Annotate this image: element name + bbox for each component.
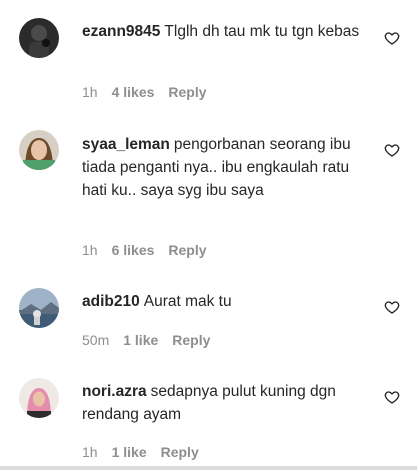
comment-time[interactable]: 1h [82,83,98,101]
avatar-woman-icon [19,130,59,170]
like-button[interactable] [384,30,400,46]
comment-likes[interactable]: 1 like [123,331,158,349]
heart-outline-icon [384,391,400,404]
reply-button[interactable]: Reply [168,83,206,101]
avatar-hijab-icon [19,378,59,418]
comment-meta: 1h 4 likes Reply [82,83,221,101]
comment-username[interactable]: ezann9845 [82,23,160,40]
like-button[interactable] [384,142,400,158]
comment-likes[interactable]: 1 like [112,443,147,461]
comment-username[interactable]: nori.azra [82,383,147,400]
comment-username[interactable]: syaa_leman [82,136,170,153]
avatar[interactable] [19,130,59,170]
comment-username[interactable]: adib210 [82,293,140,310]
reply-button[interactable]: Reply [172,331,210,349]
avatar[interactable] [19,378,59,418]
comment-time[interactable]: 1h [82,443,98,461]
heart-outline-icon [384,32,400,45]
comment-meta: 50m 1 like Reply [82,331,224,349]
comment-time[interactable]: 50m [82,331,109,349]
heart-outline-icon [384,144,400,157]
bottom-divider [0,466,417,470]
reply-button[interactable]: Reply [168,241,206,259]
avatar-dark-icon [19,18,59,58]
avatar[interactable] [19,288,59,328]
avatar-landscape-icon [19,288,59,328]
heart-outline-icon [384,301,400,314]
like-button[interactable] [384,299,400,315]
like-button[interactable] [384,389,400,405]
comment-time[interactable]: 1h [82,241,98,259]
avatar[interactable] [19,18,59,58]
comment-likes[interactable]: 6 likes [112,241,155,259]
comment-text: Aurat mak tu [143,293,232,310]
comment-likes[interactable]: 4 likes [112,83,155,101]
reply-button[interactable]: Reply [161,443,199,461]
comment-text: Tlglh dh tau mk tu tgn kebas [164,23,360,40]
comment-meta: 1h 1 like Reply [82,443,213,461]
comment-meta: 1h 6 likes Reply [82,241,221,259]
